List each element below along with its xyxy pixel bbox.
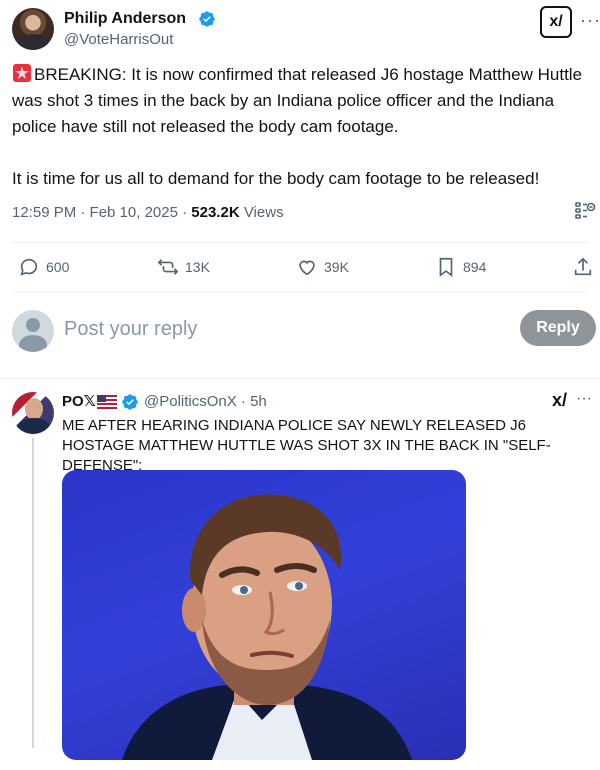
reply-icon bbox=[20, 258, 38, 276]
grok-icon[interactable]: x/ bbox=[540, 6, 572, 38]
author-handle[interactable]: @VoteHarrisOut bbox=[64, 31, 173, 48]
views-label: Views bbox=[239, 204, 284, 221]
divider bbox=[12, 242, 588, 243]
reply-author-avatar[interactable] bbox=[12, 392, 54, 434]
share-action[interactable] bbox=[572, 256, 594, 278]
bookmark-count: 894 bbox=[463, 259, 487, 275]
timestamp[interactable]: 12:59 PM · Feb 10, 2025 · bbox=[12, 204, 191, 221]
divider bbox=[0, 378, 600, 379]
verified-badge-icon bbox=[199, 11, 215, 27]
repost-icon bbox=[157, 259, 179, 275]
tweet-text: BREAKING: It is now confirmed that relea… bbox=[12, 62, 588, 192]
reply-count: 600 bbox=[46, 259, 70, 275]
reply-author-name[interactable]: PO𝕏 bbox=[62, 392, 96, 410]
bookmark-action[interactable]: 894 bbox=[435, 256, 486, 278]
user-avatar[interactable] bbox=[12, 310, 54, 352]
bookmark-icon bbox=[439, 257, 453, 277]
man-portrait-image bbox=[122, 494, 412, 760]
analytics-icon[interactable] bbox=[574, 200, 596, 222]
grok-icon[interactable]: x/ bbox=[552, 390, 567, 411]
reply-author-handle[interactable]: @PoliticsOnX · 5h bbox=[144, 393, 267, 410]
author-name[interactable]: Philip Anderson bbox=[64, 10, 186, 28]
views-count: 523.2K bbox=[191, 204, 240, 221]
reply-tweet[interactable]: PO𝕏 @PoliticsOnX · 5h x/ ··· ME AFTER HE… bbox=[0, 380, 600, 770]
tweet-meta: 12:59 PM · Feb 10, 2025 · 523.2K Views bbox=[12, 204, 284, 221]
us-flag-icon bbox=[97, 395, 117, 409]
reply-tweet-text: ME AFTER HEARING INDIANA POLICE SAY NEWL… bbox=[62, 417, 551, 474]
like-action[interactable]: 39K bbox=[296, 256, 349, 278]
heart-icon bbox=[299, 260, 315, 276]
action-bar: 600 13K 39K 894 bbox=[12, 246, 596, 290]
reply-action[interactable]: 600 bbox=[18, 256, 69, 278]
repost-count: 13K bbox=[185, 259, 210, 275]
tweet-header: Philip Anderson @VoteHarrisOut x/ ··· bbox=[12, 6, 600, 56]
reply-button[interactable]: Reply bbox=[520, 310, 596, 346]
siren-emoji-icon bbox=[13, 64, 31, 82]
thread-line bbox=[32, 438, 34, 748]
author-avatar[interactable] bbox=[12, 8, 54, 50]
reply-composer: Post your reply Reply bbox=[12, 308, 596, 352]
reply-input[interactable]: Post your reply bbox=[64, 318, 197, 341]
divider bbox=[12, 292, 588, 293]
verified-badge-icon bbox=[122, 394, 138, 410]
more-icon[interactable]: ··· bbox=[580, 10, 600, 31]
repost-action[interactable]: 13K bbox=[157, 256, 210, 278]
more-icon[interactable]: ··· bbox=[576, 390, 592, 408]
reply-media-image[interactable] bbox=[62, 470, 466, 760]
like-count: 39K bbox=[324, 259, 349, 275]
share-icon bbox=[574, 257, 592, 276]
tweet-body: BREAKING: It is now confirmed that relea… bbox=[12, 65, 583, 188]
